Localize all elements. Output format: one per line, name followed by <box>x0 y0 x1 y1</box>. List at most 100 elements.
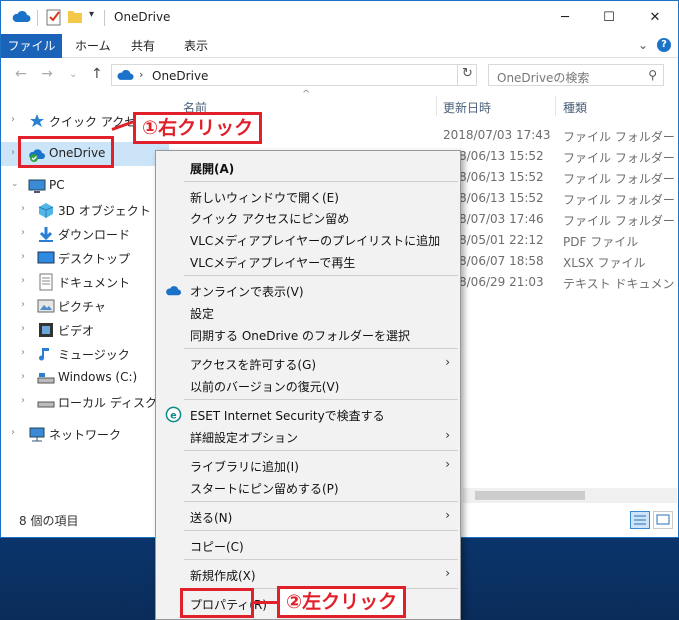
menu-item-send-to[interactable]: 送る(N) › <box>156 505 460 527</box>
menu-item-give-access[interactable]: アクセスを許可する(G) › <box>156 352 460 374</box>
expand-arrow-icon[interactable]: › <box>21 371 25 382</box>
menu-item-include-library[interactable]: ライブラリに追加(I) › <box>156 454 460 476</box>
large-icons-view-icon <box>656 514 670 525</box>
nav-item-3d-objects[interactable]: › 3D オブジェクト <box>1 198 169 222</box>
column-header-type[interactable]: 種類 <box>563 99 587 116</box>
menu-item-advanced-options[interactable]: 詳細設定オプション › <box>156 425 460 447</box>
up-button[interactable]: ↑ <box>91 66 103 82</box>
menu-item-new[interactable]: 新規作成(X) › <box>156 563 460 585</box>
breadcrumb-chevron-icon: › <box>139 68 144 81</box>
menu-item-open-new-window[interactable]: 新しいウィンドウで開く(E) <box>156 185 460 207</box>
menu-label: VLCメディアプレイヤーのプレイリストに追加 <box>190 234 441 248</box>
menu-separator <box>184 501 458 502</box>
tab-view[interactable]: 表示 <box>184 34 208 58</box>
column-header-date[interactable]: 更新日時 <box>443 99 491 116</box>
breadcrumb[interactable]: OneDrive <box>152 69 208 83</box>
menu-label: 詳細設定オプション <box>190 431 299 445</box>
search-input[interactable]: OneDriveの検索 ⚲ <box>488 64 664 86</box>
ribbon-collapse-icon[interactable]: ⌄ <box>638 38 648 52</box>
expand-arrow-icon[interactable]: › <box>21 347 25 358</box>
menu-item-expand[interactable]: 展開(A) <box>156 156 460 178</box>
tab-home[interactable]: ホーム <box>75 34 111 58</box>
nav-item-documents[interactable]: › ドキュメント <box>1 270 169 294</box>
onedrive-icon <box>166 286 182 296</box>
expand-arrow-icon[interactable]: › <box>11 114 15 125</box>
file-date: 8/05/01 22:12 <box>459 233 544 247</box>
annotation-right-click: ①右クリック <box>133 112 263 144</box>
nav-item-music[interactable]: › ミュージック <box>1 342 169 366</box>
menu-item-restore-previous[interactable]: 以前のバージョンの復元(V) <box>156 374 460 396</box>
expand-arrow-icon[interactable]: › <box>21 203 25 214</box>
expand-arrow-icon[interactable]: › <box>11 147 15 158</box>
nav-item-network[interactable]: › ネットワーク <box>1 422 169 446</box>
nav-label: ミュージック <box>58 348 130 362</box>
menu-label: オンラインで表示(V) <box>190 285 304 299</box>
minimize-button[interactable]: ─ <box>542 1 588 34</box>
recent-locations-icon[interactable]: ⌄ <box>69 69 77 80</box>
new-folder-quick-icon[interactable] <box>67 8 83 24</box>
eset-icon: e <box>165 406 182 423</box>
menu-label: ESET Internet Securityで検査する <box>190 409 385 423</box>
sort-ascending-icon: ^ <box>302 89 311 100</box>
expand-arrow-icon[interactable]: › <box>21 395 25 406</box>
tab-share[interactable]: 共有 <box>131 34 155 58</box>
column-divider[interactable] <box>555 96 556 116</box>
expand-arrow-icon[interactable]: › <box>21 251 25 262</box>
search-placeholder: OneDriveの検索 <box>497 71 590 85</box>
nav-item-pictures[interactable]: › ピクチャ <box>1 294 169 318</box>
menu-item-pin-quick-access[interactable]: クイック アクセスにピン留め <box>156 206 460 228</box>
menu-item-vlc-add-playlist[interactable]: VLCメディアプレイヤーのプレイリストに追加 <box>156 228 460 250</box>
file-date: 8/07/03 17:46 <box>459 212 544 226</box>
nav-item-downloads[interactable]: › ダウンロード <box>1 222 169 246</box>
expand-arrow-icon[interactable]: › <box>21 299 25 310</box>
address-bar[interactable]: › OneDrive <box>111 64 477 86</box>
network-icon <box>29 427 45 442</box>
collapse-arrow-icon[interactable]: ⌄ <box>11 179 19 189</box>
menu-label: 新規作成(X) <box>190 569 256 583</box>
address-row: ← → ⌄ ↑ › OneDrive ↻ OneDriveの検索 ⚲ <box>1 58 678 92</box>
window-title: OneDrive <box>114 10 171 24</box>
expand-arrow-icon[interactable]: › <box>21 227 25 238</box>
horizontal-scrollbar[interactable] <box>463 488 677 503</box>
nav-item-drive-c[interactable]: › Windows (C:) <box>1 366 169 390</box>
large-icons-view-button[interactable] <box>653 511 673 529</box>
tab-file[interactable]: ファイル <box>1 34 62 58</box>
menu-item-choose-sync-folders[interactable]: 同期する OneDrive のフォルダーを選択 <box>156 323 460 345</box>
nav-item-desktop[interactable]: › デスクトップ <box>1 246 169 270</box>
properties-quick-icon[interactable] <box>46 8 62 26</box>
callout-connector <box>254 601 278 604</box>
back-button[interactable]: ← <box>15 66 27 82</box>
details-view-button[interactable] <box>630 511 650 529</box>
context-menu: 展開(A) 新しいウィンドウで開く(E) クイック アクセスにピン留め VLCメ… <box>155 150 461 620</box>
menu-separator <box>184 559 458 560</box>
menu-item-view-online[interactable]: オンラインで表示(V) <box>156 279 460 301</box>
close-button[interactable]: ✕ <box>632 1 678 34</box>
scrollbar-thumb[interactable] <box>475 491 585 500</box>
file-type: ファイル フォルダー <box>563 193 675 207</box>
column-divider[interactable] <box>436 96 437 116</box>
file-date: 8/06/13 15:52 <box>459 149 544 163</box>
file-date: 2018/07/03 17:43 <box>443 128 551 142</box>
nav-item-pc[interactable]: ⌄ PC <box>1 174 169 198</box>
forward-button[interactable]: → <box>41 66 53 82</box>
menu-label: 新しいウィンドウで開く(E) <box>190 191 339 205</box>
nav-item-drive-d[interactable]: › ローカル ディスク (D:) <box>1 390 183 414</box>
maximize-button[interactable]: ☐ <box>586 1 632 34</box>
help-icon[interactable]: ? <box>657 38 671 52</box>
nav-item-videos[interactable]: › ビデオ <box>1 318 169 342</box>
nav-label: ダウンロード <box>58 228 131 242</box>
menu-label: 設定 <box>190 307 215 321</box>
menu-item-eset-scan[interactable]: e ESET Internet Securityで検査する <box>156 403 460 425</box>
expand-arrow-icon[interactable]: › <box>21 323 25 334</box>
menu-item-vlc-play[interactable]: VLCメディアプレイヤーで再生 <box>156 250 460 272</box>
refresh-button[interactable]: ↻ <box>457 64 477 86</box>
menu-item-settings[interactable]: 設定 <box>156 301 460 323</box>
title-separator <box>104 10 105 26</box>
menu-item-pin-start[interactable]: スタートにピン留めする(P) <box>156 476 460 498</box>
menu-item-copy[interactable]: コピー(C) <box>156 534 460 556</box>
onedrive-highlight <box>18 136 114 168</box>
expand-arrow-icon[interactable]: › <box>21 275 25 286</box>
quick-access-toolbar-dropdown-icon[interactable]: ▾ <box>89 9 94 20</box>
expand-arrow-icon[interactable]: › <box>11 427 15 438</box>
file-date: 8/06/29 21:03 <box>459 275 544 289</box>
